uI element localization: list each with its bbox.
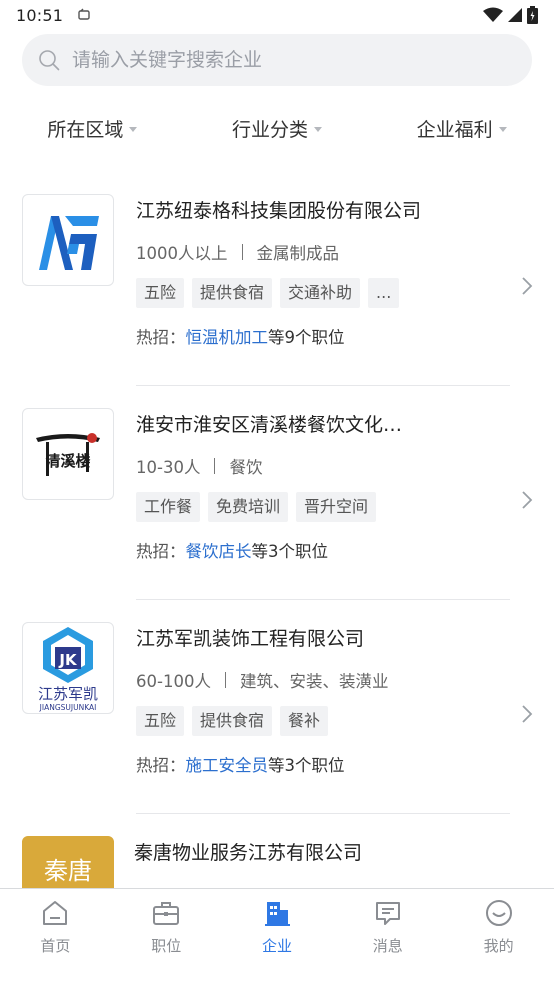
sync-icon (78, 8, 90, 20)
wifi-icon (483, 7, 503, 22)
hot-jobs: 热招： 施工安全员 等3个职位 (136, 752, 345, 776)
logo-text: 清溪楼 (45, 452, 90, 470)
tab-messages-label: 消息 (372, 937, 403, 955)
signal-icon (508, 8, 522, 22)
tab-jobs[interactable]: 职位 (111, 889, 222, 984)
svg-text:JK: JK (58, 651, 78, 669)
benefit-tag: 五险 (136, 278, 185, 308)
status-bar: 10:51 (0, 0, 554, 30)
ntg-logo-icon (39, 216, 99, 270)
chevron-right-icon (522, 277, 533, 295)
company-size: 60-100人 (136, 672, 211, 691)
chevron-right-icon (522, 491, 533, 509)
benefit-tag: 免费培训 (208, 492, 289, 522)
filter-bar: 所在区域 行业分类 企业福利 (0, 106, 554, 150)
home-icon (43, 901, 68, 925)
battery-icon (527, 6, 538, 24)
company-name: 秦唐物业服务江苏有限公司 (134, 842, 363, 864)
benefit-tags: 五险 提供食宿 餐补 (136, 706, 329, 736)
filter-region[interactable]: 所在区域 (0, 115, 185, 142)
company-logo: 秦唐 (22, 836, 114, 888)
hot-jobs-prefix: 热招： (136, 542, 186, 561)
hot-jobs-prefix: 热招： (136, 328, 186, 347)
hot-jobs: 热招： 餐饮店长 等3个职位 (136, 538, 328, 562)
logo-text-cn: 江苏军凯 (38, 685, 98, 703)
company-card[interactable]: 江苏纽泰格科技集团股份有限公司 1000人以上 金属制成品 五险 提供食宿 交通… (0, 172, 554, 386)
filter-industry[interactable]: 行业分类 (185, 115, 370, 142)
meta-divider (224, 672, 226, 688)
benefit-tag-more: ... (368, 278, 400, 308)
caret-down-icon (129, 126, 138, 132)
company-logo: 清溪楼 (22, 408, 114, 500)
company-industry: 建筑、安装、装潢业 (239, 672, 389, 691)
hot-jobs-prefix: 热招： (136, 756, 186, 775)
benefit-tags: 五险 提供食宿 交通补助 ... (136, 278, 400, 308)
building-icon (264, 902, 290, 926)
benefit-tag: 提供食宿 (192, 706, 273, 736)
company-card[interactable]: 清溪楼 淮安市淮安区清溪楼餐饮文化… 10-30人 餐饮 工作餐 免费培训 晋升… (0, 386, 554, 600)
logo-text: 秦唐 (44, 857, 92, 885)
status-time: 10:51 (16, 5, 64, 25)
filter-industry-label: 行业分类 (232, 118, 309, 141)
message-icon (375, 902, 400, 925)
tab-profile[interactable]: 我的 (443, 889, 554, 984)
company-card[interactable]: 秦唐 秦唐物业服务江苏有限公司 (0, 814, 554, 888)
company-meta: 10-30人 餐饮 (136, 454, 262, 478)
search-input[interactable] (72, 49, 492, 71)
logo-text-en: JIANGSUJUNKAI (39, 703, 97, 712)
hot-job-link[interactable]: 恒温机加工 (186, 324, 269, 348)
meta-divider (214, 458, 216, 474)
company-meta: 60-100人 建筑、安装、装潢业 (136, 668, 388, 692)
filter-region-label: 所在区域 (47, 118, 124, 141)
caret-down-icon (314, 126, 323, 132)
hot-job-link[interactable]: 施工安全员 (186, 752, 269, 776)
company-list: 江苏纽泰格科技集团股份有限公司 1000人以上 金属制成品 五险 提供食宿 交通… (0, 172, 554, 888)
hot-jobs-count: 等3个职位 (251, 542, 329, 561)
tab-profile-label: 我的 (483, 937, 514, 955)
tab-jobs-label: 职位 (151, 937, 182, 955)
search-bar[interactable] (22, 34, 532, 86)
tab-companies[interactable]: 企业 (222, 889, 333, 984)
company-name: 江苏军凯装饰工程有限公司 (136, 628, 365, 650)
company-card[interactable]: JK 江苏军凯 JIANGSUJUNKAI 江苏军凯装饰工程有限公司 60-10… (0, 600, 554, 814)
benefit-tag: 工作餐 (136, 492, 201, 522)
company-size: 1000人以上 (136, 244, 228, 263)
filter-benefits[interactable]: 企业福利 (369, 115, 554, 142)
chevron-right-icon (522, 705, 533, 723)
benefit-tag: 晋升空间 (296, 492, 377, 522)
benefit-tag: 餐补 (280, 706, 329, 736)
filter-benefits-label: 企业福利 (416, 118, 493, 141)
company-meta: 1000人以上 金属制成品 (136, 240, 339, 264)
company-name: 江苏纽泰格科技集团股份有限公司 (136, 200, 422, 222)
tab-messages[interactable]: 消息 (332, 889, 443, 984)
benefit-tag: 五险 (136, 706, 185, 736)
junkai-logo-icon: JK 江苏军凯 JIANGSUJUNKAI (38, 627, 98, 712)
tab-home-label: 首页 (40, 937, 71, 955)
company-size: 10-30人 (136, 458, 201, 477)
qingxilou-logo-icon: 清溪楼 (36, 433, 100, 476)
tab-home[interactable]: 首页 (0, 889, 111, 984)
company-industry: 金属制成品 (256, 244, 340, 263)
company-industry: 餐饮 (229, 458, 263, 477)
caret-down-icon (498, 126, 507, 132)
bottom-tab-bar: 首页 职位 企业 消息 我的 (0, 888, 554, 984)
hot-jobs-count: 等9个职位 (268, 328, 345, 347)
search-icon (39, 50, 60, 71)
meta-divider (241, 244, 243, 260)
hot-jobs-count: 等3个职位 (268, 756, 345, 775)
hot-job-link[interactable]: 餐饮店长 (186, 538, 252, 562)
benefit-tag: 交通补助 (280, 278, 361, 308)
benefit-tag: 提供食宿 (192, 278, 273, 308)
tab-companies-label: 企业 (261, 937, 292, 955)
company-logo: JK 江苏军凯 JIANGSUJUNKAI (22, 622, 114, 714)
company-logo (22, 194, 114, 286)
briefcase-icon (153, 902, 180, 925)
hot-jobs: 热招： 恒温机加工 等9个职位 (136, 324, 345, 348)
benefit-tags: 工作餐 免费培训 晋升空间 (136, 492, 377, 522)
profile-icon (485, 900, 512, 926)
company-name: 淮安市淮安区清溪楼餐饮文化… (136, 414, 403, 436)
